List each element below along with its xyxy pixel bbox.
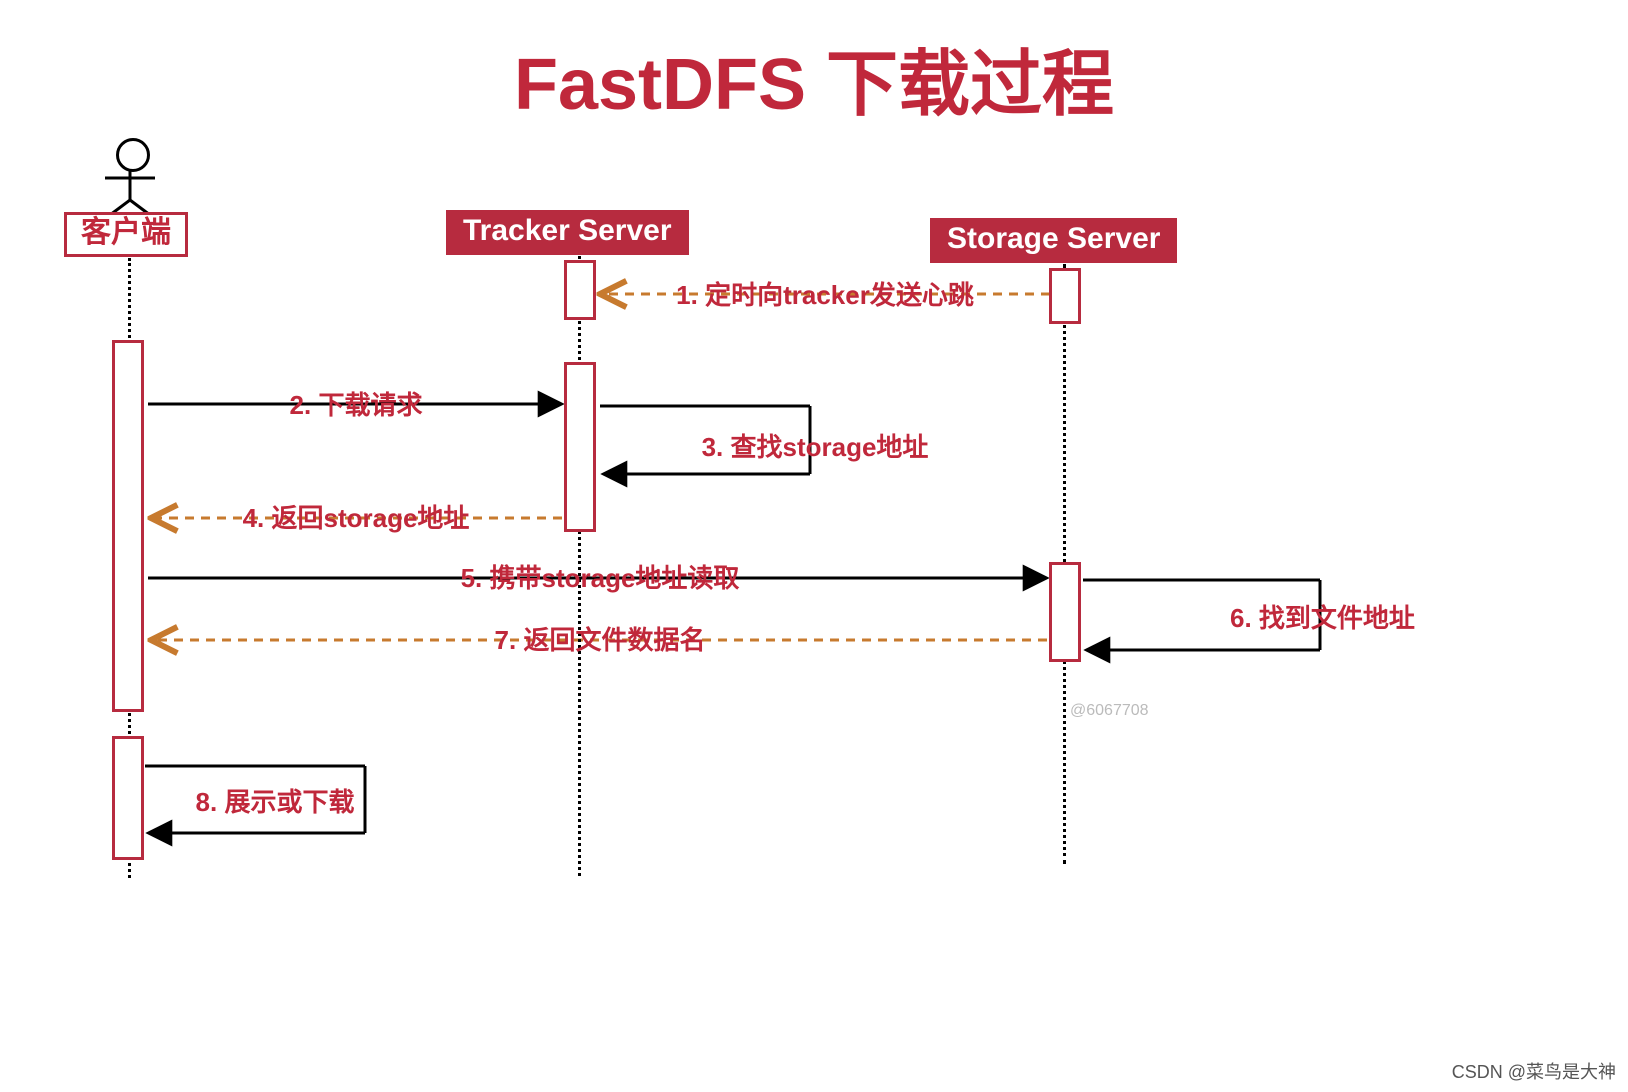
msg-5-label: 5. 携带storage地址读取 bbox=[461, 558, 740, 595]
msg-1-label: 1. 定时向tracker发送心跳 bbox=[676, 275, 974, 312]
participant-client-label: 客户端 bbox=[81, 216, 171, 249]
diagram-title: FastDFS 下载过程 bbox=[0, 25, 1628, 130]
msg-3-label: 3. 查找storage地址 bbox=[702, 427, 929, 464]
activation-tracker-heartbeat bbox=[564, 260, 596, 320]
msg-7-label: 7. 返回文件数据名 bbox=[495, 620, 706, 657]
activation-client-main bbox=[112, 340, 144, 712]
footer-credit: CSDN @菜鸟是大神 bbox=[1452, 1058, 1616, 1084]
diagram-svg-layer bbox=[0, 0, 1628, 1092]
actor-head-icon bbox=[116, 138, 150, 172]
participant-storage-label: Storage Server bbox=[947, 222, 1160, 255]
participant-tracker: Tracker Server bbox=[446, 210, 689, 255]
participant-client: 客户端 bbox=[64, 212, 188, 257]
activation-storage-heartbeat bbox=[1049, 268, 1081, 324]
msg-2-label: 2. 下载请求 bbox=[290, 385, 423, 422]
msg-6-label: 6. 找到文件地址 bbox=[1230, 598, 1415, 635]
activation-tracker-main bbox=[564, 362, 596, 532]
msg-8-label: 8. 展示或下载 bbox=[196, 782, 355, 819]
activation-storage-main bbox=[1049, 562, 1081, 662]
msg-4-label: 4. 返回storage地址 bbox=[243, 498, 470, 535]
watermark-text: @6067708 bbox=[1070, 702, 1149, 720]
participant-tracker-label: Tracker Server bbox=[463, 214, 672, 247]
activation-client-show bbox=[112, 736, 144, 860]
participant-storage: Storage Server bbox=[930, 218, 1177, 263]
